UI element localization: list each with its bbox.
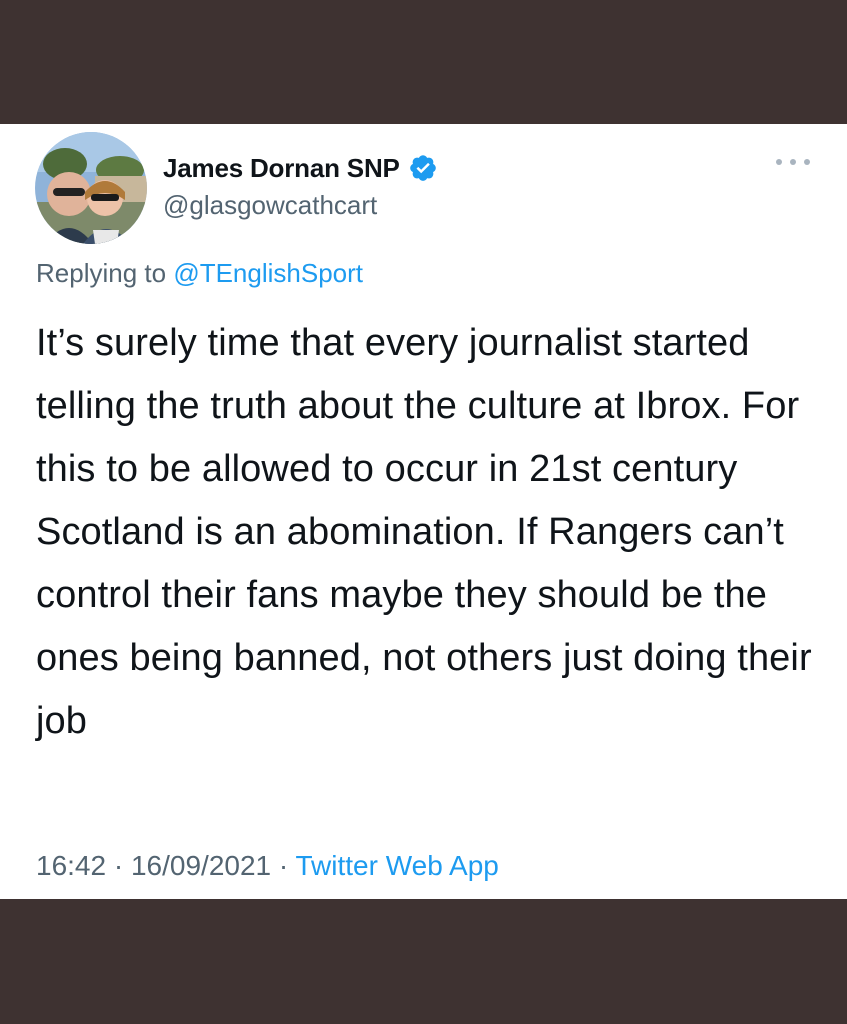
tweet-date[interactable]: 16/09/2021 (131, 850, 271, 881)
tweet-card: James Dornan SNP @glasgowcathcart Replyi… (0, 124, 847, 899)
tweet-text: It’s surely time that every journalist s… (36, 322, 812, 742)
more-dot (790, 159, 796, 165)
replying-prefix: Replying to (36, 258, 167, 288)
meta-separator: · (113, 850, 124, 881)
screenshot-frame: James Dornan SNP @glasgowcathcart Replyi… (0, 0, 847, 1024)
tweet-source-link[interactable]: Twitter Web App (296, 850, 499, 881)
tweet-time[interactable]: 16:42 (36, 850, 106, 881)
author-row: James Dornan SNP (163, 150, 438, 186)
verified-badge-icon (409, 155, 436, 181)
tweet-metadata: 16:42 · 16/09/2021 · Twitter Web App (36, 850, 499, 882)
avatar[interactable] (35, 132, 147, 244)
author-handle[interactable]: @glasgowcathcart (163, 190, 377, 221)
author-name[interactable]: James Dornan SNP (163, 153, 400, 184)
more-options-icon[interactable] (776, 152, 810, 172)
more-dot (804, 159, 810, 165)
avatar-photo (35, 132, 147, 244)
meta-separator: · (278, 850, 289, 881)
replying-to: Replying to @TEnglishSport (36, 258, 363, 289)
more-dot (776, 159, 782, 165)
reply-mention-link[interactable]: @TEnglishSport (173, 258, 363, 288)
